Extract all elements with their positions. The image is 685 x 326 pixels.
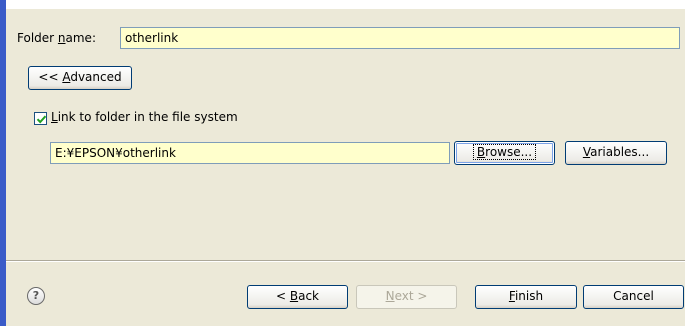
- back-button[interactable]: < Back: [247, 285, 348, 309]
- link-to-filesystem-checkbox[interactable]: [34, 112, 47, 125]
- dialog-content: Folder name: otherlink << Advanced Link …: [6, 9, 685, 260]
- check-mark-icon: [36, 115, 47, 124]
- help-icon[interactable]: ?: [27, 287, 45, 305]
- top-strip: [6, 0, 685, 9]
- browse-button[interactable]: Browse...: [454, 141, 555, 165]
- cancel-button[interactable]: Cancel: [583, 285, 684, 309]
- link-path-input[interactable]: E:¥EPSON¥otherlink: [50, 142, 450, 164]
- advanced-button[interactable]: << Advanced: [28, 66, 132, 90]
- folder-name-input[interactable]: otherlink: [120, 27, 680, 49]
- footer-button-bar: ? < Back Next > Finish Cancel: [6, 262, 685, 326]
- next-button[interactable]: Next >: [356, 285, 457, 309]
- folder-name-label: Folder name:: [17, 31, 96, 45]
- variables-button[interactable]: Variables...: [565, 141, 667, 165]
- link-to-filesystem-label[interactable]: Link to folder in the file system: [51, 110, 238, 124]
- finish-button[interactable]: Finish: [475, 285, 577, 309]
